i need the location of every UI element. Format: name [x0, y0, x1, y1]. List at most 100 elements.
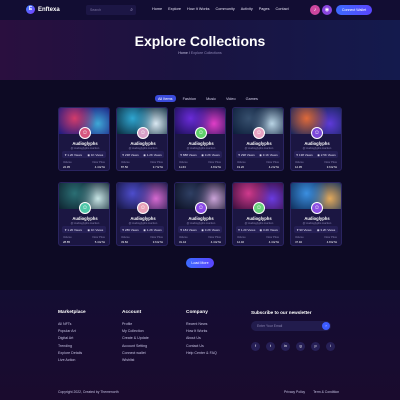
- footer-link[interactable]: Digital Art: [58, 335, 86, 342]
- footer-link[interactable]: Explore Details: [58, 350, 86, 357]
- newsletter-title: Subscribe to our newsletter: [251, 310, 312, 315]
- floor-price-block: Floor Price 5.4 ETH: [92, 236, 105, 244]
- nav-item-contact[interactable]: Contact: [276, 7, 289, 11]
- footer-link[interactable]: Trending: [58, 343, 86, 350]
- floor-price-label: Floor Price: [324, 161, 337, 164]
- creator-avatar[interactable]: ☺: [253, 202, 265, 214]
- volume-label: Volume: [237, 236, 246, 239]
- creator-avatar[interactable]: ☺: [311, 202, 323, 214]
- tab-music[interactable]: Music: [203, 95, 219, 102]
- load-more-button[interactable]: Load More: [186, 258, 214, 268]
- footer-link[interactable]: Profile: [122, 321, 149, 328]
- footer-link[interactable]: Help Center & FAQ: [186, 350, 217, 357]
- nav-item-explore[interactable]: Explore: [168, 7, 181, 11]
- collection-card[interactable]: ☺ Audioglyphs @ Audioglyphs Auction ♥ 286 V…: [116, 182, 168, 246]
- creator-avatar[interactable]: ☺: [253, 127, 265, 139]
- collection-card[interactable]: ☺ Audioglyphs @ Audioglyphs Auction ♥ 888 V…: [174, 107, 226, 171]
- nav-item-pages[interactable]: Pages: [259, 7, 270, 11]
- footer-link[interactable]: All NFTs: [58, 321, 86, 328]
- nav-item-how-it-works[interactable]: How It Works: [187, 7, 210, 11]
- floor-price-label: Floor Price: [324, 236, 337, 239]
- breadcrumb-home[interactable]: Home: [178, 51, 188, 55]
- search-input[interactable]: Search ⌕: [86, 5, 136, 15]
- floor-price-value: 4.4 ETH: [94, 165, 105, 169]
- card-handle: @ Audioglyphs Auction: [244, 146, 274, 150]
- facebook-icon[interactable]: f: [251, 342, 260, 351]
- footer-link[interactable]: How It Works: [186, 328, 217, 335]
- creator-avatar[interactable]: ☺: [195, 127, 207, 139]
- tab-fashion[interactable]: Fashion: [180, 95, 200, 102]
- volume-label: Volume: [121, 236, 130, 239]
- floor-price-block: Floor Price 3.7 ETH: [150, 161, 163, 169]
- footer-col-title: Account: [122, 310, 142, 315]
- floor-price-block: Floor Price 4.2 ETH: [266, 161, 279, 169]
- footer-link[interactable]: About Us: [186, 335, 217, 342]
- card-handle: @ Audioglyphs Auction: [128, 146, 158, 150]
- brand-logo[interactable]: E Enftexa: [26, 5, 60, 14]
- tab-games[interactable]: Games: [243, 95, 261, 102]
- footer-link[interactable]: Recent News: [186, 321, 217, 328]
- linkedin-icon[interactable]: in: [281, 342, 290, 351]
- footer-link[interactable]: Connect wallet: [122, 350, 149, 357]
- collection-card[interactable]: ☺ Audioglyphs @ Audioglyphs Auction ♥ 1.20 …: [58, 182, 110, 246]
- volume-label: Volume: [63, 236, 72, 239]
- privacy-policy-link[interactable]: Privacy Policy: [284, 390, 305, 394]
- connect-wallet-button[interactable]: Connect Wallet: [336, 5, 372, 15]
- creator-avatar[interactable]: ☺: [195, 202, 207, 214]
- floor-price-value: 4.8 ETH: [326, 240, 337, 244]
- copyright: Copyright 2022, Created by Themenorth: [58, 390, 119, 394]
- send-arrow-icon[interactable]: ›: [322, 322, 330, 330]
- creator-avatar[interactable]: ☺: [79, 127, 91, 139]
- footer-link[interactable]: Wishlist: [122, 357, 149, 364]
- likes-value: 138 Views: [298, 152, 313, 157]
- creator-avatar[interactable]: ☺: [79, 202, 91, 214]
- collection-card[interactable]: ☺ Audioglyphs @ Audioglyphs Auction ♥ 1.20 …: [232, 182, 284, 246]
- creator-avatar[interactable]: ☺: [137, 202, 149, 214]
- pinterest-icon[interactable]: p: [311, 342, 320, 351]
- newsletter-email-input[interactable]: Enter Your Email ›: [251, 321, 331, 331]
- volume-value: 11.63: [179, 165, 186, 169]
- tab-all-items[interactable]: All Items: [155, 95, 176, 102]
- floor-price-label: Floor Price: [208, 236, 221, 239]
- floor-price-block: Floor Price 4.8 ETH: [208, 161, 221, 169]
- card-stats: ♥ 138 Views ◉ 2.5K Views: [294, 151, 338, 158]
- collection-card[interactable]: ☺ Audioglyphs @ Audioglyphs Auction ♥ 184 V…: [174, 182, 226, 246]
- footer-link[interactable]: Popular Art: [58, 328, 86, 335]
- footer-link[interactable]: Create & Update: [122, 335, 149, 342]
- profile-icon[interactable]: ◉: [322, 5, 332, 15]
- instagram-icon[interactable]: i: [326, 342, 335, 351]
- likes-count: ♥ 1.20 Views: [238, 228, 255, 232]
- collection-card[interactable]: ☺ Audioglyphs @ Audioglyphs Auction ♥ 298 V…: [232, 107, 284, 171]
- nav-item-community[interactable]: Community: [216, 7, 235, 11]
- floor-price-value: 4.4 ETH: [268, 240, 279, 244]
- volume-value: 19.20: [237, 165, 244, 169]
- collection-card[interactable]: ☺ Audioglyphs @ Audioglyphs Auction ♥ 1.20 …: [58, 107, 110, 171]
- volume-block: Volume 19.20: [237, 161, 246, 169]
- footer-link[interactable]: Contact Us: [186, 343, 217, 350]
- creator-avatar[interactable]: ☺: [137, 127, 149, 139]
- footer-link[interactable]: My Collection: [122, 328, 149, 335]
- creator-avatar[interactable]: ☺: [311, 127, 323, 139]
- nav-item-activity[interactable]: Activity: [241, 7, 253, 11]
- nav-item-home[interactable]: Home: [152, 7, 162, 11]
- email-placeholder: Enter Your Email: [257, 324, 283, 328]
- tab-video[interactable]: Video: [223, 95, 239, 102]
- views-value: 2.5K Views: [320, 152, 336, 157]
- card-handle: @ Audioglyphs Auction: [186, 221, 216, 225]
- views-count: ◉ 3.1K Views: [259, 153, 277, 157]
- collection-card[interactable]: ☺ Audioglyphs @ Audioglyphs Auction ♥ 138 V…: [290, 107, 342, 171]
- card-footer: Volume 47.92 Floor Price 4.8 ETH: [295, 236, 337, 244]
- likes-value: 1.20 Views: [67, 152, 82, 157]
- terms-link[interactable]: Term & Condition: [313, 390, 339, 394]
- collection-card[interactable]: ☺ Audioglyphs @ Audioglyphs Auction ♥ 90 Vi…: [290, 182, 342, 246]
- twitter-icon[interactable]: t: [266, 342, 275, 351]
- google-icon[interactable]: g: [296, 342, 305, 351]
- volume-value: 47.92: [295, 240, 302, 244]
- collection-card[interactable]: ☺ Audioglyphs @ Audioglyphs Auction ♥ 238 V…: [116, 107, 168, 171]
- card-footer: Volume 33.82 Floor Price 3.6 ETH: [121, 236, 163, 244]
- views-count: ◉ 3.2K Views: [260, 228, 278, 232]
- footer-link[interactable]: Account Setting: [122, 343, 149, 350]
- footer-link[interactable]: Live Action: [58, 357, 86, 364]
- notification-icon[interactable]: ♪: [310, 5, 320, 15]
- search-icon[interactable]: ⌕: [130, 7, 133, 13]
